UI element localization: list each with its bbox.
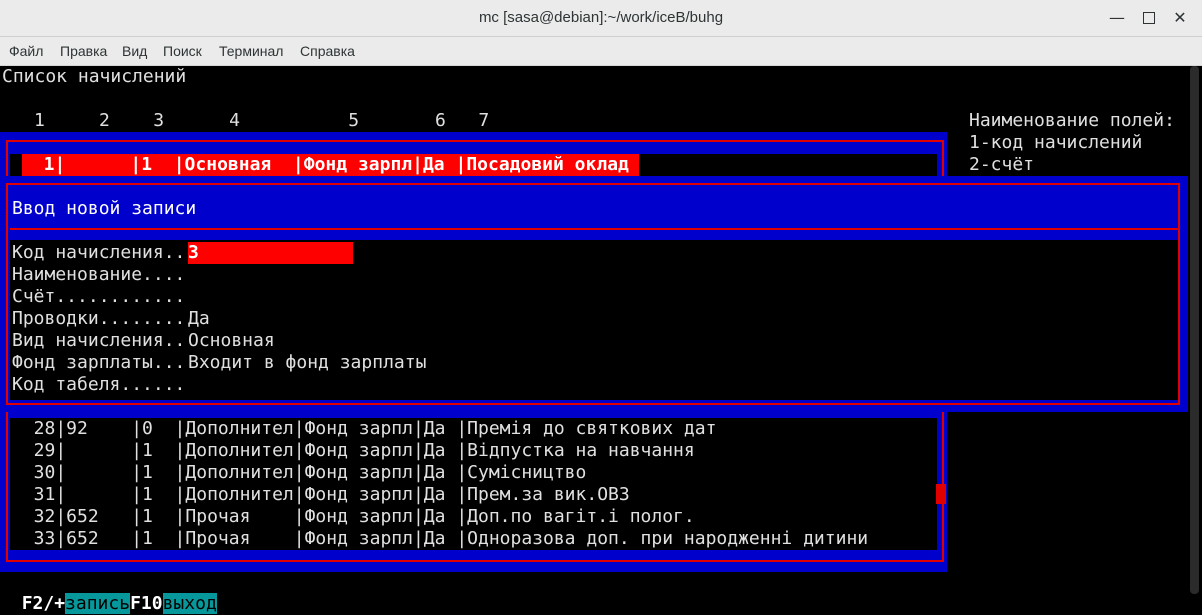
code-input[interactable]: 3 [188, 242, 353, 264]
list-row[interactable]: 28|92 |0 |Дополнител|Фонд зарпл|Да |Прем… [12, 418, 717, 440]
menu-view[interactable]: Вид [122, 43, 147, 59]
maximize-button[interactable] [1139, 8, 1159, 28]
postings-input[interactable]: Да [188, 308, 210, 330]
legend-item: 1-код начислений [969, 132, 1143, 153]
menu-terminal[interactable]: Терминал [219, 43, 283, 59]
field-label: Код начисления.. [12, 242, 186, 263]
scrollbar-thumb[interactable] [1190, 66, 1199, 594]
menu-edit[interactable]: Правка [60, 43, 107, 59]
field-label: Вид начисления.. [12, 330, 186, 351]
list-scroll-marker[interactable] [936, 484, 946, 504]
list-row[interactable]: 30| |1 |Дополнител|Фонд зарпл|Да |Сумісн… [12, 462, 587, 484]
list-row[interactable]: 33|652 |1 |Прочая |Фонд зарпл|Да |Однора… [12, 528, 868, 550]
field-label: Код табеля...... [12, 374, 186, 395]
window-title: mc [sasa@debian]:~/work/iceB/buhg [478, 9, 724, 26]
legend-item: 2-счёт [969, 154, 1035, 175]
list-row[interactable]: 29| |1 |Дополнител|Фонд зарпл|Да |Відпус… [12, 440, 695, 462]
list-row[interactable]: 31| |1 |Дополнител|Фонд зарпл|Да |Прем.з… [12, 484, 630, 506]
save-record-button[interactable]: запись [65, 593, 131, 614]
menu-bar: Файл Правка Вид Поиск Терминал Справка [0, 37, 1202, 66]
function-key-bar: F2/+записьF10выход [0, 571, 217, 615]
minimize-button[interactable]: — [1107, 8, 1127, 28]
maximize-icon [1143, 12, 1155, 24]
list-row[interactable]: 32|652 |1 |Прочая |Фонд зарпл|Да |Доп.по… [12, 506, 695, 528]
close-button[interactable]: ✕ [1170, 8, 1190, 28]
menu-file[interactable]: Файл [9, 43, 43, 59]
field-label: Счёт............ [12, 286, 186, 307]
f10-key: F10 [130, 593, 163, 614]
accrual-type-input[interactable]: Основная [188, 330, 275, 352]
window-titlebar: mc [sasa@debian]:~/work/iceB/buhg — ✕ [0, 0, 1202, 37]
f2-key: F2/+ [21, 593, 66, 614]
close-icon: ✕ [1173, 8, 1187, 27]
field-label: Проводки........ [12, 308, 186, 329]
payroll-fund-input[interactable]: Входит в фонд зарплаты [188, 352, 426, 374]
dialog-title: Ввод новой записи [12, 198, 197, 219]
field-label: Наименование.... [12, 264, 186, 285]
screen-heading: Список начислений [2, 66, 187, 87]
column-numbers: 1 2 3 4 5 6 7 [34, 110, 490, 131]
field-label: Фонд зарплаты... [12, 352, 186, 373]
exit-button[interactable]: выход [162, 593, 217, 614]
legend-title: Наименование полей: [969, 110, 1175, 131]
dialog-divider [10, 228, 1178, 230]
menu-search[interactable]: Поиск [163, 43, 202, 59]
selected-row[interactable]: 1| |1 |Основная |Фонд зарпл|Да |Посадови… [22, 154, 639, 176]
menu-help[interactable]: Справка [300, 43, 355, 59]
minimize-icon: — [1109, 8, 1125, 27]
terminal-scrollbar[interactable] [1188, 66, 1202, 595]
